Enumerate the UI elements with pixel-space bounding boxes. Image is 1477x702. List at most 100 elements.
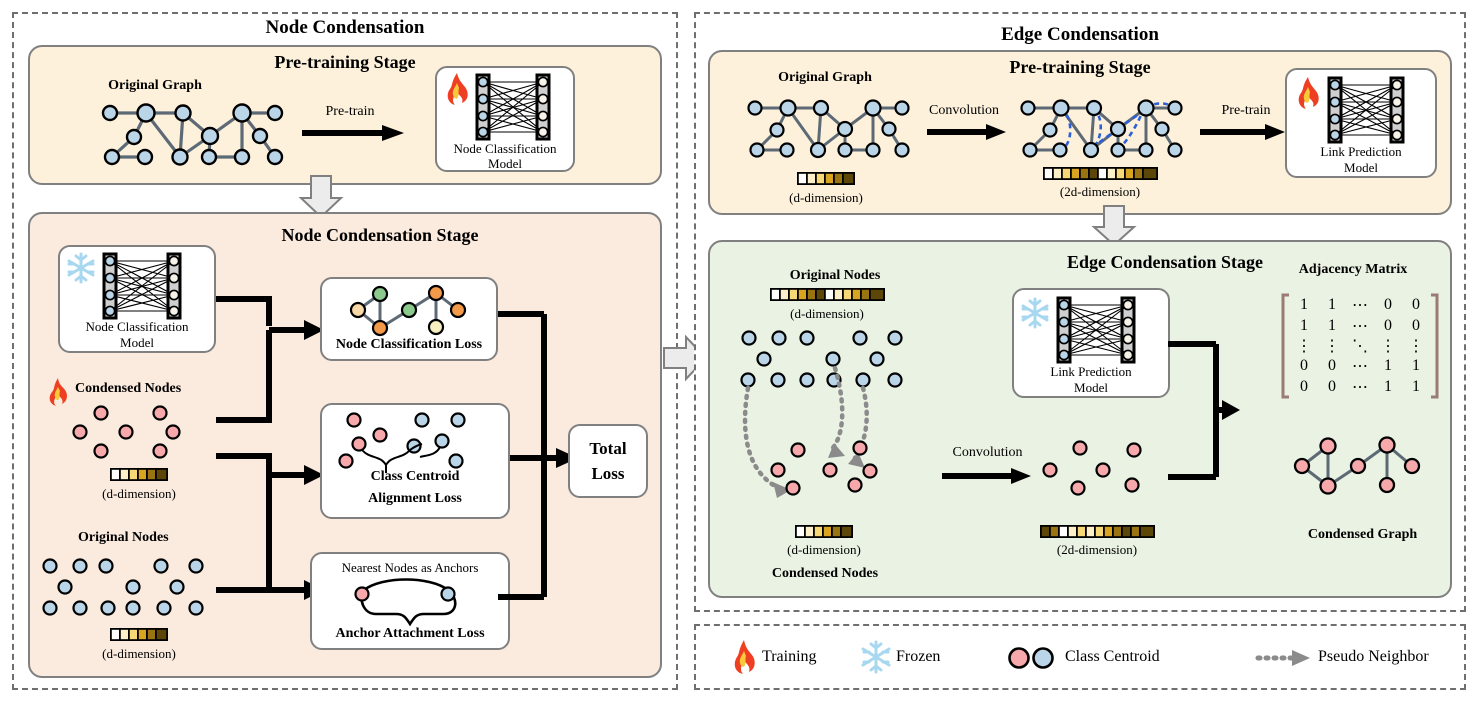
matrix-cell: 0 — [1412, 316, 1420, 334]
matrix-cell: 0 — [1328, 377, 1336, 395]
edge-pretrain-graph-label: Original Graph — [778, 70, 872, 85]
matrix-cell: ⋯ — [1352, 378, 1368, 396]
condensed-graph — [1293, 436, 1421, 495]
class-centroid-loss-caption-line2: Alignment Loss — [368, 491, 462, 506]
matrix-cell: 0 — [1384, 316, 1392, 334]
matrix-cell: ⋮ — [1408, 337, 1424, 355]
frozen-link-model-label-line1: Link Prediction — [1050, 364, 1132, 379]
matrix-cell: 0 — [1300, 377, 1308, 395]
node-classification-model-card-frozen[interactable]: Node Classification Model — [58, 245, 216, 353]
matrix-cell: ⋮ — [1296, 337, 1312, 355]
neural-net-icon — [1056, 296, 1136, 364]
matrix-cell: ⋮ — [1324, 337, 1340, 355]
convolution-arrow-icon-cond — [942, 468, 1031, 484]
node-condensation-title: Node Condensation — [265, 17, 425, 38]
node-classification-model-card-pretrain[interactable]: Node Classification Model — [435, 66, 575, 172]
condensed-nodes-label-right: Condensed Nodes — [771, 566, 879, 581]
matrix-cell: 0 — [1328, 357, 1336, 375]
matrix-cell: 1 — [1412, 357, 1420, 375]
edge-pretrain-conv-arrow-label: Convolution — [928, 103, 999, 118]
original-nodes-scatter-left — [42, 558, 204, 616]
legend-label-training: Training — [762, 648, 817, 665]
anchor-attachment-loss-caption: Anchor Attachment Loss — [335, 626, 485, 641]
node-condensation-stage-title: Node Condensation Stage — [281, 225, 479, 245]
node-pretrain-arrow-label: Pre-train — [325, 104, 375, 119]
flame-icon — [447, 73, 468, 105]
adjacency-connector — [1168, 341, 1240, 480]
anchor-loss-top-caption: Nearest Nodes as Anchors — [341, 560, 479, 575]
original-nodes-label-left: Original Nodes — [78, 530, 169, 545]
frozen-link-model-label-line2: Model — [1074, 380, 1108, 395]
condensed-nodes-scatter — [72, 405, 181, 459]
link-prediction-model-card-pretrain[interactable]: Link Prediction Model — [1285, 68, 1437, 178]
edge-pretrain-arrow2-label: Pre-train — [1221, 103, 1271, 118]
frozen-model-label-line1: Node Classification — [85, 319, 189, 334]
matrix-cell: 1 — [1384, 357, 1392, 375]
convolution-arrow-icon-pretrain — [927, 124, 1006, 140]
legend-label-class-centroid: Class Centroid — [1065, 648, 1160, 665]
original-dim-label-right: (d-dimension) — [790, 306, 864, 321]
d-dimension-bar-original-right — [770, 288, 885, 301]
legend-label-pseudo-neighbor: Pseudo Neighbor — [1318, 648, 1429, 665]
matrix-cell: ⋮ — [1380, 337, 1396, 355]
adjacency-matrix-title: Adjacency Matrix — [1298, 262, 1408, 277]
matrix-cell: 1 — [1384, 377, 1392, 395]
matrix-cell: ⋯ — [1352, 358, 1368, 376]
d-dimension-bar-original-left — [110, 628, 168, 641]
neural-net-icon — [102, 252, 182, 320]
matrix-cell: 1 — [1328, 296, 1336, 314]
node-pretrain-graph-label: Original Graph — [108, 78, 202, 93]
node-classification-loss-graph — [349, 284, 467, 337]
edge-condensation-title: Edge Condensation — [1001, 24, 1159, 45]
condensed-graph-label: Condensed Graph — [1307, 527, 1418, 542]
condensed-nodes-convolved — [1042, 440, 1142, 496]
link-prediction-model-card-frozen[interactable]: Link Prediction Model — [1012, 288, 1170, 398]
anchor-attachment-glyph — [354, 578, 457, 627]
edge-cond-conv-label: Convolution — [952, 445, 1023, 460]
original-dim-label-left: (d-dimension) — [102, 646, 176, 661]
matrix-cell: 0 — [1300, 357, 1308, 375]
edge-pretrain-2d-dim-label: (2d-dimension) — [1059, 184, 1141, 199]
node-classification-loss-card[interactable]: Node Classification Loss — [320, 277, 498, 361]
two-circles-icon — [1008, 647, 1054, 669]
snowflake-icon — [67, 252, 95, 284]
matrix-cell: 1 — [1328, 316, 1336, 334]
matrix-cell: 1 — [1300, 296, 1308, 314]
anchor-attachment-loss-card[interactable]: Nearest Nodes as Anchors Anchor Attachme… — [310, 552, 510, 650]
node-pretrain-original-graph — [101, 103, 284, 166]
condensed-dim-label-right: (d-dimension) — [787, 542, 861, 557]
neural-net-icon — [1327, 76, 1405, 144]
node-classification-loss-caption: Node Classification Loss — [335, 337, 483, 352]
matrix-cell: 1 — [1300, 316, 1308, 334]
edge-pretrain-dim-label: (d-dimension) — [789, 190, 863, 205]
model-card-label-line1: Node Classification — [453, 141, 557, 156]
matrix-cell: 0 — [1412, 296, 1420, 314]
matrix-cell: ⋯ — [1352, 317, 1368, 335]
matrix-cell: ⋯ — [1352, 297, 1368, 315]
d-dimension-bar-edge-pretrain — [797, 172, 855, 185]
edge-pretrain-convolved-graph — [1020, 99, 1183, 159]
adjacency-matrix: 1 1 ⋯ 0 0 1 1 ⋯ 0 0 ⋮ ⋮ ⋱ ⋮ ⋮ 0 0 ⋯ 1 1 … — [1280, 292, 1440, 400]
total-loss-line2: Loss — [591, 464, 625, 483]
dotted-arrow-icon — [1255, 650, 1310, 666]
matrix-cell: ⋱ — [1352, 337, 1368, 355]
total-loss-card[interactable]: Total Loss — [568, 424, 648, 498]
frozen-model-label-line2: Model — [120, 335, 154, 350]
class-centroid-scatter — [338, 412, 466, 473]
total-loss-connectors — [498, 311, 578, 600]
total-loss-line1: Total — [589, 439, 627, 458]
condensed-dim-label: (d-dimension) — [102, 486, 176, 501]
flame-icon — [734, 640, 755, 674]
snowflake-icon — [1021, 297, 1049, 329]
original-nodes-label-right: Original Nodes — [789, 268, 881, 283]
pretrain-arrow-icon-right — [1200, 124, 1285, 140]
condensed-nodes-label: Condensed Nodes — [75, 381, 182, 396]
node-pretrain-arrow-icon — [302, 125, 404, 141]
edge-cond-2d-dim-label: (2d-dimension) — [1056, 542, 1138, 557]
2d-dimension-bar-cond — [1040, 525, 1155, 538]
2d-dimension-bar-edge-pretrain — [1043, 167, 1158, 180]
flame-icon — [1298, 77, 1319, 109]
matrix-cell: 0 — [1384, 296, 1392, 314]
matrix-cell: 1 — [1412, 377, 1420, 395]
class-centroid-alignment-loss-card[interactable]: Class Centroid Alignment Loss — [320, 403, 510, 519]
